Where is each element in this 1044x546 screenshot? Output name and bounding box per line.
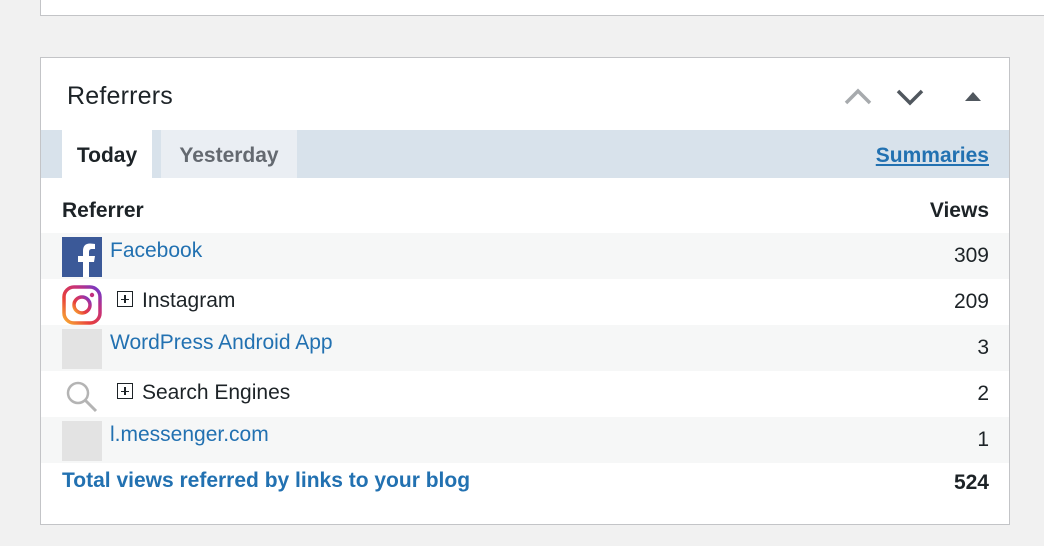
table-row-instagram: Instagram 209 (41, 279, 1009, 325)
table-row-wordpress-android: WordPress Android App 3 (41, 325, 1009, 371)
tab-yesterday[interactable]: Yesterday (161, 130, 297, 178)
views-count: 1 (977, 428, 989, 451)
table-row-facebook: Facebook 309 (41, 233, 1009, 279)
tab-today[interactable]: Today (62, 130, 152, 178)
summaries-link[interactable]: Summaries (876, 130, 989, 182)
table-row-messenger: l.messenger.com 1 (41, 417, 1009, 463)
collapse-toggle-button[interactable] (956, 80, 990, 114)
views-count: 2 (977, 382, 989, 405)
widget-header: Referrers (41, 58, 1009, 131)
referrer-link[interactable]: WordPress Android App (110, 331, 333, 355)
expand-icon[interactable] (117, 291, 133, 307)
views-count: 309 (953, 244, 989, 267)
table-row-search-engines: Search Engines 2 (41, 371, 1009, 417)
views-count: 209 (953, 290, 989, 313)
referrer-label: Search Engines (142, 381, 291, 404)
facebook-icon (62, 237, 102, 277)
move-down-button[interactable] (893, 80, 927, 114)
total-views-value: 524 (953, 471, 989, 494)
chevron-up-icon (841, 80, 875, 114)
tabs-bar: Today Yesterday Summaries (41, 130, 1009, 178)
move-up-button[interactable] (841, 80, 875, 114)
total-views-label[interactable]: Total views referred by links to your bl… (62, 469, 470, 493)
column-header-views: Views (929, 199, 989, 222)
instagram-icon (62, 285, 102, 325)
triangle-up-icon (956, 80, 990, 114)
views-count: 3 (977, 336, 989, 359)
previous-widget-box (40, 0, 1044, 16)
widget-title: Referrers (67, 82, 173, 110)
expand-icon[interactable] (117, 383, 133, 399)
chevron-down-icon (893, 80, 927, 114)
placeholder-icon (62, 329, 102, 369)
referrer-link[interactable]: Facebook (110, 239, 202, 263)
column-header-referrer: Referrer (62, 199, 144, 222)
referrer-link[interactable]: l.messenger.com (110, 423, 269, 447)
placeholder-icon (62, 421, 102, 461)
referrer-label: Instagram (142, 289, 236, 312)
referrers-widget: Referrers Today Yesterday Summaries Refe… (40, 57, 1010, 525)
search-icon (62, 377, 102, 417)
